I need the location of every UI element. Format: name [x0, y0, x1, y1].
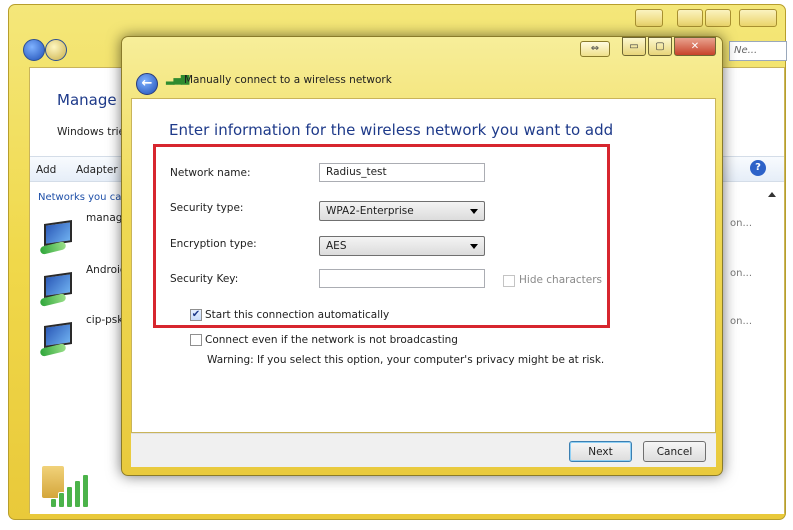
- encryption-type-label: Encryption type:: [170, 238, 257, 250]
- connect-even-checkbox[interactable]: [190, 334, 202, 346]
- hide-characters-checkbox[interactable]: [503, 275, 515, 287]
- dialog-heading: Enter information for the wireless netwo…: [169, 121, 614, 139]
- bg-section-label: Networks you can: [38, 192, 128, 203]
- hide-characters-label: Hide characters: [519, 274, 603, 286]
- bg-search-input[interactable]: Ne...: [729, 41, 787, 61]
- bg-maximize-button[interactable]: [705, 9, 731, 27]
- dialog-body: Enter information for the wireless netwo…: [131, 98, 716, 433]
- bg-minimize-button[interactable]: [677, 9, 703, 27]
- security-key-input[interactable]: [319, 269, 485, 288]
- network-name-label: Network name:: [170, 167, 251, 179]
- network-name-input[interactable]: Radius_test: [319, 163, 485, 182]
- next-button[interactable]: Next: [569, 441, 632, 462]
- bg-network-status: on...: [730, 316, 752, 327]
- bg-forward-icon[interactable]: [45, 39, 67, 61]
- network-monitor-icon: [39, 218, 78, 256]
- scroll-up-icon[interactable]: [768, 192, 776, 197]
- manual-connect-dialog: ⇔ ▭ ▢ ✕ ← ▂▄▆ Manually connect to a wire…: [121, 36, 723, 476]
- bg-back-icon[interactable]: [23, 39, 45, 61]
- security-type-label: Security type:: [170, 202, 244, 214]
- security-key-label: Security Key:: [170, 273, 239, 285]
- bg-close-button[interactable]: [739, 9, 777, 27]
- start-auto-checkbox[interactable]: ✔: [190, 309, 202, 321]
- bg-add-button[interactable]: Add: [36, 164, 56, 176]
- encryption-type-select[interactable]: AES: [319, 236, 485, 256]
- arrow-left-icon[interactable]: ←: [136, 73, 158, 95]
- bg-scrollbar[interactable]: [766, 190, 778, 420]
- network-monitor-icon: [39, 270, 78, 308]
- bg-network-status: on...: [730, 218, 752, 229]
- dialog-minimize-button[interactable]: ▭: [622, 37, 646, 56]
- privacy-warning: Warning: If you select this option, your…: [207, 354, 605, 366]
- wireless-folder-icon: [42, 466, 102, 508]
- dialog-resize-icon[interactable]: ⇔: [580, 41, 610, 57]
- cancel-button[interactable]: Cancel: [643, 441, 706, 462]
- connect-even-label: Connect even if the network is not broad…: [205, 334, 458, 346]
- network-monitor-icon: [39, 320, 78, 358]
- bg-network-status: on...: [730, 268, 752, 279]
- dialog-footer: Next Cancel: [131, 433, 716, 467]
- bg-resize-button[interactable]: [635, 9, 663, 27]
- help-icon[interactable]: ?: [750, 160, 766, 176]
- start-auto-label: Start this connection automatically: [205, 309, 390, 321]
- security-type-select[interactable]: WPA2-Enterprise: [319, 201, 485, 221]
- chevron-down-icon: [470, 209, 478, 214]
- dialog-close-button[interactable]: ✕: [674, 37, 716, 56]
- dialog-maximize-button[interactable]: ▢: [648, 37, 672, 56]
- dialog-title: Manually connect to a wireless network: [184, 74, 392, 86]
- chevron-down-icon: [470, 244, 478, 249]
